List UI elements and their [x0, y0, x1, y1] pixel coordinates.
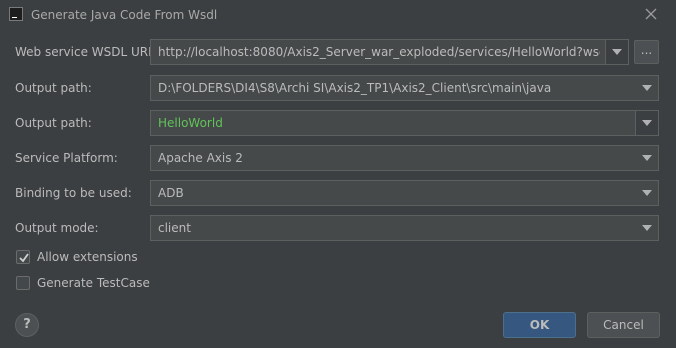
wsdl-url-dropdown-button[interactable]	[605, 40, 628, 64]
browse-wsdl-button[interactable]: ...	[634, 40, 659, 64]
service-platform-dropdown-button[interactable]	[636, 146, 658, 170]
output-package-dropdown-button[interactable]	[635, 111, 658, 135]
help-icon: ?	[23, 317, 31, 332]
title-bar: Generate Java Code From Wsdl	[0, 0, 676, 30]
output-package-combobox[interactable]: HelloWorld	[150, 110, 659, 136]
output-mode-label: Output mode:	[15, 221, 99, 235]
chevron-down-icon	[642, 225, 652, 231]
wsdl-url-value[interactable]: http://localhost:8080/Axis2_Server_war_e…	[158, 45, 600, 59]
binding-select[interactable]: ADB	[150, 180, 659, 206]
output-path-value: D:\FOLDERS\DI4\S8\Archi SI\Axis2_TP1\Axi…	[158, 81, 552, 95]
window-title: Generate Java Code From Wsdl	[31, 8, 218, 22]
chevron-down-icon	[612, 49, 622, 55]
output-mode-dropdown-button[interactable]	[636, 216, 658, 240]
allow-extensions-label[interactable]: Allow extensions	[37, 250, 138, 264]
chevron-down-icon	[642, 155, 652, 161]
output-mode-select[interactable]: client	[150, 215, 659, 241]
help-button[interactable]: ?	[15, 313, 39, 337]
chevron-down-icon	[642, 190, 652, 196]
chevron-down-icon	[642, 120, 652, 126]
output-path-dropdown-button[interactable]	[636, 76, 658, 100]
service-platform-label: Service Platform:	[15, 151, 118, 165]
allow-extensions-checkbox[interactable]	[16, 250, 30, 264]
generate-testcase-checkbox[interactable]	[16, 276, 30, 290]
intellij-idea-icon	[9, 7, 23, 21]
service-platform-value: Apache Axis 2	[158, 151, 243, 165]
wsdl-url-combobox[interactable]: http://localhost:8080/Axis2_Server_war_e…	[150, 39, 629, 65]
close-button[interactable]	[640, 3, 662, 25]
checkmark-icon	[19, 253, 29, 263]
cancel-button[interactable]: Cancel	[587, 312, 660, 338]
wsdl-url-label: Web service WSDL URL:	[15, 45, 159, 59]
generate-testcase-label[interactable]: Generate TestCase	[37, 276, 150, 290]
output-mode-value: client	[158, 221, 191, 235]
ok-button[interactable]: OK	[503, 312, 576, 338]
chevron-down-icon	[642, 85, 652, 91]
service-platform-select[interactable]: Apache Axis 2	[150, 145, 659, 171]
generate-java-code-dialog: Generate Java Code From Wsdl Web service…	[0, 0, 676, 348]
output-path-label: Output path:	[15, 81, 92, 95]
binding-label: Binding to be used:	[15, 186, 132, 200]
binding-value: ADB	[158, 186, 184, 200]
output-path-combobox[interactable]: D:\FOLDERS\DI4\S8\Archi SI\Axis2_TP1\Axi…	[150, 75, 659, 101]
output-package-label: Output path:	[15, 116, 92, 130]
output-package-value[interactable]: HelloWorld	[158, 116, 630, 130]
close-icon	[645, 8, 657, 20]
binding-dropdown-button[interactable]	[636, 181, 658, 205]
